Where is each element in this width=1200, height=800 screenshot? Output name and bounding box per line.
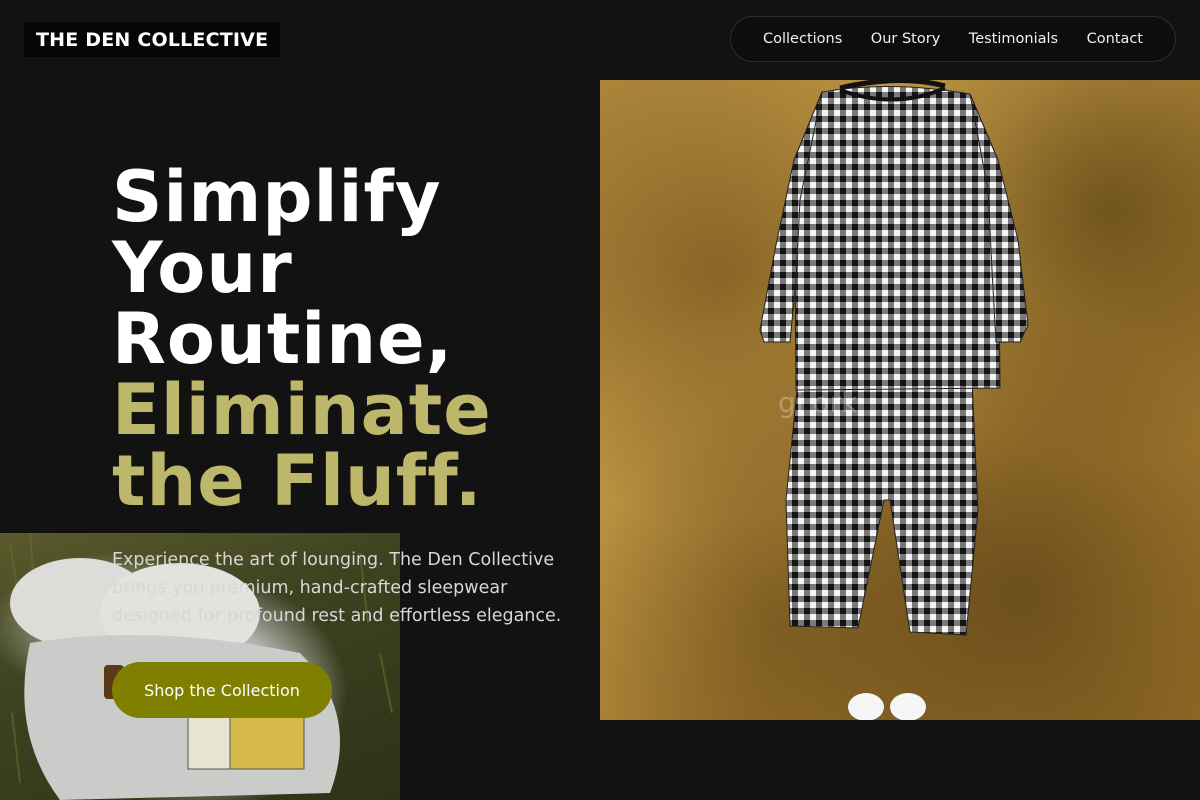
hero-headline: Simplify Your Routine, Eliminate the Flu…	[112, 162, 492, 517]
book-left-page	[187, 712, 231, 770]
headline-line-3: Routine,	[112, 298, 454, 380]
shop-collection-button[interactable]: Shop the Collection	[112, 662, 332, 718]
brand-logo[interactable]: THE DEN COLLECTIVE	[24, 22, 281, 57]
book-right-page	[229, 712, 305, 770]
image-watermark: gi ork	[778, 386, 858, 419]
headline-line-1: Simplify	[112, 156, 442, 238]
hero-product-image: gi ork	[600, 80, 1200, 720]
gingham-pajama-illustration	[759, 80, 1029, 720]
nav-item-collections[interactable]: Collections	[763, 31, 842, 47]
headline-accent-line-2: the Fluff.	[112, 440, 483, 522]
nav-item-contact[interactable]: Contact	[1087, 31, 1143, 47]
nav-item-testimonials[interactable]: Testimonials	[969, 31, 1058, 47]
nav-item-our-story[interactable]: Our Story	[871, 31, 940, 47]
headline-line-2: Your	[112, 227, 293, 309]
main-nav: Collections Our Story Testimonials Conta…	[730, 16, 1176, 62]
headline-accent-line-1: Eliminate	[112, 369, 492, 451]
hero-description: Experience the art of lounging. The Den …	[112, 550, 562, 626]
